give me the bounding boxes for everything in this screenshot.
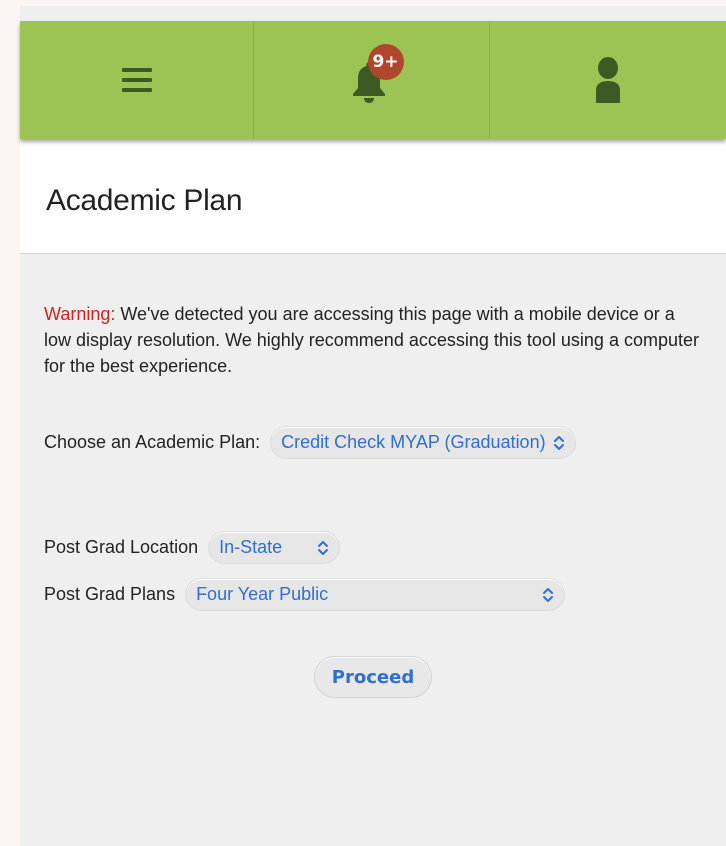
post-grad-plans-selected-value: Four Year Public <box>196 584 329 604</box>
post-grad-location-select[interactable]: In-State <box>208 531 341 564</box>
user-icon <box>595 57 620 103</box>
page-title: Academic Plan <box>46 184 243 217</box>
academic-plan-label: Choose an Academic Plan: <box>44 432 261 452</box>
app-frame: 9+ Academic Plan Warning: We've detected… <box>20 6 726 846</box>
hamburger-menu-icon <box>121 68 152 92</box>
main-content: Warning: We've detected you are accessin… <box>20 254 726 379</box>
post-grad-location-selected-value: In-State <box>219 537 283 557</box>
top-nav-bar: 9+ <box>20 21 726 139</box>
post-grad-location-row: Post Grad Location In-State <box>44 531 341 564</box>
select-chevron-icon <box>318 540 329 555</box>
select-chevron-icon <box>543 587 554 602</box>
mobile-warning-message: Warning: We've detected you are accessin… <box>44 301 702 379</box>
proceed-button[interactable]: Proceed <box>314 656 432 698</box>
page-header: Academic Plan <box>20 139 726 254</box>
post-grad-plans-label: Post Grad Plans <box>44 584 176 604</box>
academic-plan-select[interactable]: Credit Check MYAP (Graduation) <box>270 426 577 459</box>
menu-button[interactable] <box>20 21 255 139</box>
profile-button[interactable] <box>490 21 726 139</box>
notifications-button[interactable]: 9+ <box>254 21 490 139</box>
post-grad-plans-row: Post Grad Plans Four Year Public <box>44 578 566 611</box>
academic-plan-selected-value: Credit Check MYAP (Graduation) <box>281 432 546 452</box>
academic-plan-row: Choose an Academic Plan: Credit Check MY… <box>44 426 577 459</box>
post-grad-plans-select[interactable]: Four Year Public <box>185 578 566 611</box>
warning-label: Warning: <box>44 304 116 324</box>
post-grad-location-label: Post Grad Location <box>44 537 199 557</box>
notification-count-badge: 9+ <box>367 44 404 80</box>
warning-text: We've detected you are accessing this pa… <box>44 304 699 376</box>
select-chevron-icon <box>554 435 565 450</box>
